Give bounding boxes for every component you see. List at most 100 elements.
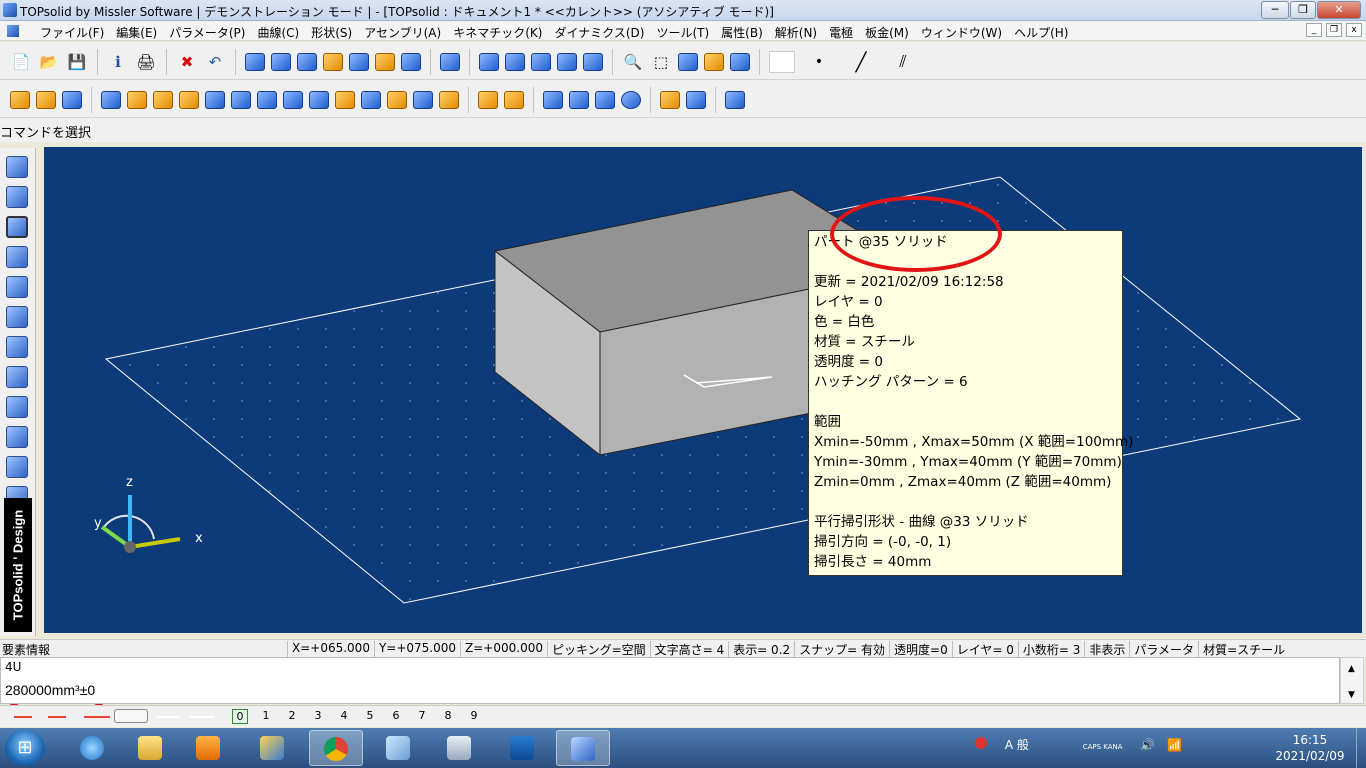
menu-window[interactable]: ウィンドウ(W) xyxy=(921,24,1002,41)
line-sample-white[interactable] xyxy=(156,716,180,718)
line-type-picker[interactable]: ╱ xyxy=(843,52,879,73)
zoom-icon[interactable]: 🔍 xyxy=(622,51,644,73)
house-shape-icon[interactable] xyxy=(10,91,30,109)
media-taskbar-button[interactable] xyxy=(182,730,236,766)
render-icon[interactable] xyxy=(678,53,698,71)
array-icon[interactable] xyxy=(686,91,706,109)
minimize-button[interactable]: ─ xyxy=(1261,1,1289,19)
layer-9[interactable]: 9 xyxy=(466,709,482,724)
layer-5[interactable]: 5 xyxy=(362,709,378,724)
status-decimals[interactable]: 小数桁= 3 xyxy=(1017,641,1085,658)
layer-0[interactable]: 0 xyxy=(232,709,248,724)
boolean-icon[interactable] xyxy=(478,91,498,109)
ime-mode[interactable]: A 般 xyxy=(1005,738,1029,752)
layer-3[interactable]: 3 xyxy=(310,709,326,724)
menu-edit[interactable]: 編集(E) xyxy=(116,24,157,41)
zoom-fit-icon[interactable]: ⬚ xyxy=(650,51,672,73)
draft-icon[interactable] xyxy=(387,91,407,109)
network-icon[interactable]: 📶 xyxy=(1167,738,1182,752)
ie-taskbar-button[interactable] xyxy=(66,730,120,766)
ime-icon[interactable] xyxy=(975,737,987,749)
menu-dynamics[interactable]: ダイナミクス(D) xyxy=(554,24,644,41)
undo-icon[interactable]: ↶ xyxy=(204,51,226,73)
pick-icon[interactable] xyxy=(479,53,499,71)
drum-shape-icon[interactable] xyxy=(36,91,56,109)
line-sample-red[interactable] xyxy=(14,716,32,718)
status-transparency[interactable]: 透明度=0 xyxy=(889,641,952,658)
groove-icon[interactable] xyxy=(309,91,329,109)
extrude-icon[interactable] xyxy=(127,91,147,109)
chrome-taskbar-button[interactable] xyxy=(309,730,363,766)
mold-tool-icon[interactable] xyxy=(6,366,28,388)
scroll-up-icon[interactable]: ▲ xyxy=(1348,664,1355,674)
surface-tool-icon[interactable] xyxy=(6,246,28,268)
hand-shape-icon[interactable] xyxy=(62,91,82,109)
pattern-icon[interactable] xyxy=(660,91,680,109)
outlook-taskbar-button[interactable] xyxy=(496,730,550,766)
trash-icon[interactable] xyxy=(245,53,265,71)
layer-4[interactable]: 4 xyxy=(336,709,352,724)
revolve-icon[interactable] xyxy=(153,91,173,109)
delete-icon[interactable]: ✖ xyxy=(176,51,198,73)
ruler-tool-icon[interactable] xyxy=(6,456,28,478)
pocket-icon[interactable] xyxy=(257,91,277,109)
show-desktop-button[interactable] xyxy=(1356,728,1366,768)
cone-icon[interactable] xyxy=(595,91,615,109)
volume-icon[interactable]: 🔊 xyxy=(1140,738,1155,752)
print-icon[interactable]: 🖨 xyxy=(135,51,157,73)
info-scrollbar[interactable]: ▲ ▼ xyxy=(1340,657,1364,704)
restore-button[interactable]: ❐ xyxy=(1290,1,1316,19)
new-document-icon[interactable]: 📄 xyxy=(10,51,32,73)
menu-sheetmetal[interactable]: 板金(M) xyxy=(865,24,909,41)
start-button[interactable]: ⊞ xyxy=(5,730,45,766)
loft-icon[interactable] xyxy=(205,91,225,109)
layer-8[interactable]: 8 xyxy=(440,709,456,724)
status-picking[interactable]: ピッキング=空間 xyxy=(546,641,650,658)
shell-icon[interactable] xyxy=(231,91,251,109)
menu-kinematic[interactable]: キネマチック(K) xyxy=(453,24,542,41)
sphere-icon[interactable] xyxy=(621,91,641,109)
mdi-minimize-button[interactable]: _ xyxy=(1306,23,1322,37)
slider-params-icon[interactable] xyxy=(297,53,317,71)
explorer-taskbar-button[interactable] xyxy=(124,730,178,766)
line-style-box[interactable] xyxy=(114,709,148,723)
mdi-close-button[interactable]: x xyxy=(1346,23,1362,37)
block-icon[interactable] xyxy=(101,91,121,109)
coordinate-icon[interactable] xyxy=(725,91,745,109)
menu-help[interactable]: ヘルプ(H) xyxy=(1014,24,1068,41)
layer-6[interactable]: 6 xyxy=(388,709,404,724)
paint-taskbar-button[interactable] xyxy=(246,730,300,766)
status-text-height[interactable]: 文字高さ= 4 xyxy=(649,641,729,658)
info-icon[interactable]: ℹ xyxy=(107,51,129,73)
menu-file[interactable]: ファイル(F) xyxy=(40,24,104,41)
pencil-icon[interactable] xyxy=(6,156,28,178)
menu-electrode[interactable]: 電極 xyxy=(829,24,853,41)
menu-analysis[interactable]: 解析(N) xyxy=(775,24,817,41)
status-display[interactable]: 表示= 0.2 xyxy=(728,641,794,658)
clock[interactable]: 16:15 2021/02/09 xyxy=(1270,732,1350,764)
layer-2[interactable]: 2 xyxy=(284,709,300,724)
point-style-picker[interactable]: • xyxy=(801,54,837,70)
line-sample-red-3[interactable] xyxy=(84,716,110,718)
curve-tool-icon[interactable] xyxy=(6,186,28,208)
hook-icon[interactable] xyxy=(557,53,577,71)
gear-tool-icon[interactable] xyxy=(6,306,28,328)
mdi-restore-button[interactable]: ❐ xyxy=(1326,23,1342,37)
gauge-icon[interactable] xyxy=(401,53,421,71)
cube-icon[interactable] xyxy=(543,91,563,109)
status-layer[interactable]: レイヤ= 0 xyxy=(951,641,1018,658)
drill-icon[interactable] xyxy=(361,91,381,109)
solid-tool-icon[interactable] xyxy=(6,216,28,238)
save-icon[interactable]: 💾 xyxy=(66,51,88,73)
sphere-op-icon[interactable] xyxy=(504,91,524,109)
hammer-icon[interactable] xyxy=(323,53,343,71)
3d-viewport[interactable]: z y x xyxy=(44,147,1362,633)
status-parameter[interactable]: パラメータ xyxy=(1129,641,1198,658)
color-picker[interactable] xyxy=(769,51,795,73)
layer-7[interactable]: 7 xyxy=(414,709,430,724)
check-icon[interactable] xyxy=(349,53,369,71)
topsolid-taskbar-button[interactable] xyxy=(556,730,610,766)
line-sample-red-2[interactable] xyxy=(48,716,66,718)
line-sample-white-2[interactable] xyxy=(190,716,214,718)
document-icon[interactable] xyxy=(7,25,19,37)
